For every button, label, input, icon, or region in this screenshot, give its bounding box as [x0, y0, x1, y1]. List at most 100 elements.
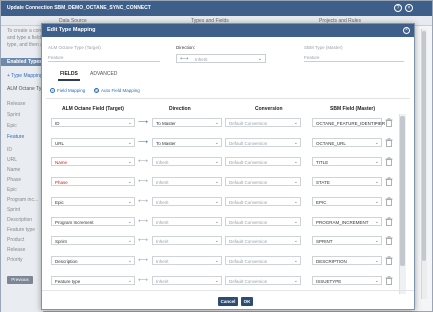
- sbm-field-select[interactable]: SPRINT ⌄: [312, 236, 382, 246]
- chevron-down-icon: ⌄: [127, 257, 132, 264]
- left-field-item: Phase: [7, 177, 22, 183]
- delete-icon[interactable]: [385, 256, 393, 265]
- chevron-down-icon: ⌄: [293, 159, 298, 166]
- left-field-item: URL: [7, 157, 18, 163]
- chevron-down-icon: ⌄: [293, 218, 298, 225]
- delete-icon[interactable]: [385, 177, 393, 186]
- chevron-down-icon: ⌄: [214, 179, 219, 186]
- sbm-field-select[interactable]: OCTANE_FEATURE_IDENTIFIER ⌄: [312, 118, 385, 127]
- chevron-down-icon: ⌄: [374, 179, 379, 186]
- conversion-select[interactable]: Default Conversion ⌄: [225, 118, 301, 127]
- chevron-down-icon: ⌄: [293, 238, 298, 245]
- dialog-close-icon[interactable]: ×: [403, 27, 410, 34]
- type-mapping-link[interactable]: + Type Mapping: [7, 73, 43, 79]
- octane-type-field: Feature: [48, 54, 160, 62]
- sbm-field-select-value: EPIC: [316, 199, 327, 205]
- add-icon: +: [50, 88, 55, 94]
- left-type-item[interactable]: Release: [7, 101, 25, 107]
- delete-icon[interactable]: [385, 275, 393, 285]
- direction-select-value: Inherit: [156, 180, 169, 186]
- delete-icon[interactable]: [385, 157, 393, 167]
- octane-field-select[interactable]: Program Increment ⌄: [51, 216, 135, 226]
- direction-select[interactable]: To Master ⌄: [152, 137, 222, 147]
- inherit-arrow-icon: ⟷: [138, 256, 149, 264]
- delete-icon[interactable]: [385, 118, 393, 127]
- sbm-field-select[interactable]: DESCRIPTION ⌄: [312, 255, 382, 265]
- inherit-arrow-icon: ⟷: [138, 217, 149, 225]
- direction-select[interactable]: To Master ⌄: [152, 118, 222, 127]
- sbm-field-select-value: DESCRIPTION: [316, 258, 347, 264]
- direction-select[interactable]: Inherit ⌄: [152, 216, 222, 226]
- left-type-item[interactable]: Sprint: [7, 112, 20, 118]
- octane-field-select[interactable]: Description ⌄: [51, 255, 135, 265]
- direction-select-value: Inherit: [156, 219, 169, 225]
- cancel-button[interactable]: Cancel: [218, 297, 238, 306]
- sbm-type-label: SBM Type (Master): [304, 45, 343, 50]
- octane-field-select[interactable]: Phase ⌄: [51, 177, 135, 187]
- help-icon[interactable]: ?: [394, 4, 402, 12]
- direction-label: Direction:: [176, 45, 196, 50]
- direction-select[interactable]: Inherit ⌄: [152, 236, 222, 246]
- sbm-field-select[interactable]: TITLE ⌄: [312, 157, 382, 167]
- octane-field-select[interactable]: Sprint ⌄: [51, 236, 135, 246]
- background-scrollbar-thumb[interactable]: [422, 31, 426, 261]
- tab-advanced[interactable]: ADVANCED: [90, 71, 117, 77]
- direction-select[interactable]: Inherit ⌄: [152, 196, 222, 206]
- conversion-select-value: Default Conversion: [229, 199, 268, 205]
- conversion-select[interactable]: Default Conversion ⌄: [225, 196, 301, 206]
- delete-icon[interactable]: [385, 137, 393, 147]
- sbm-field-select[interactable]: STATE ⌄: [312, 177, 382, 187]
- delete-icon[interactable]: [385, 197, 393, 206]
- direction-select[interactable]: ⟷ Inherit ⌄: [176, 54, 266, 63]
- delete-icon[interactable]: [385, 236, 393, 246]
- delete-icon[interactable]: [385, 216, 393, 226]
- conversion-select-value: Default Conversion: [229, 121, 268, 126]
- conversion-select[interactable]: Default Conversion ⌄: [225, 177, 301, 187]
- inherit-arrow-icon: ⟷: [138, 197, 149, 205]
- direction-select[interactable]: Inherit ⌄: [152, 177, 222, 187]
- chevron-down-icon: ⌄: [374, 277, 379, 284]
- direction-select-value: Inherit: [156, 239, 169, 245]
- direction-select-value: Inherit: [156, 258, 169, 264]
- ok-button[interactable]: OK: [241, 297, 253, 306]
- octane-field-select[interactable]: Name ⌄: [51, 157, 135, 167]
- inherit-arrow-icon: ⟷: [180, 56, 189, 62]
- inherit-arrow-icon: ⟷: [138, 237, 149, 245]
- column-header-octane: ALM Octane Field (Target): [62, 106, 124, 112]
- conversion-select[interactable]: Default Conversion ⌄: [225, 275, 301, 285]
- conversion-select[interactable]: Default Conversion ⌄: [225, 157, 301, 167]
- sbm-field-select[interactable]: OCTANE_URL ⌄: [312, 137, 382, 147]
- direction-select[interactable]: Inherit ⌄: [152, 255, 222, 265]
- direction-select[interactable]: Inherit ⌄: [152, 157, 222, 167]
- auto-field-mapping-button[interactable]: ↻ Auto Field Mapping: [94, 88, 140, 94]
- left-type-item[interactable]: Epic: [7, 123, 17, 129]
- field-mapping-label: Field Mapping: [57, 88, 86, 93]
- dialog-titlebar: Edit Type Mapping ×: [42, 24, 414, 37]
- conversion-select[interactable]: Default Conversion ⌄: [225, 255, 301, 265]
- chevron-down-icon: ⌄: [127, 120, 132, 126]
- field-mapping-button[interactable]: + Field Mapping: [50, 88, 86, 94]
- chevron-down-icon: ⌄: [214, 238, 219, 245]
- direction-select-value: Inherit: [156, 278, 169, 284]
- table-scrollbar-thumb[interactable]: [400, 116, 405, 266]
- sbm-field-select[interactable]: PROGRAM_INCREMENT ⌄: [312, 216, 382, 226]
- octane-field-select[interactable]: ID ⌄: [51, 118, 135, 127]
- chevron-down-icon: ⌄: [374, 159, 379, 166]
- tab-fields[interactable]: FIELDS: [60, 71, 78, 77]
- left-type-item[interactable]: Feature: [7, 134, 24, 140]
- direction-select[interactable]: Inherit ⌄: [152, 275, 222, 285]
- conversion-select[interactable]: Default Conversion ⌄: [225, 216, 301, 226]
- octane-field-select[interactable]: Feature type ⌄: [51, 275, 135, 285]
- conversion-select[interactable]: Default Conversion ⌄: [225, 137, 301, 147]
- conversion-select[interactable]: Default Conversion ⌄: [225, 236, 301, 246]
- octane-field-select[interactable]: Epic ⌄: [51, 196, 135, 206]
- conversion-select-value: Default Conversion: [229, 180, 268, 186]
- sbm-field-select[interactable]: EPIC ⌄: [312, 196, 382, 206]
- close-icon[interactable]: ×: [405, 4, 413, 12]
- table-row: Phase ⌄ ⟷ Inherit ⌄ Default Conversion ⌄ STATE ⌄: [42, 174, 397, 192]
- sbm-field-select[interactable]: ISSUETYPE ⌄: [312, 275, 382, 285]
- octane-field-select[interactable]: URL ⌄: [51, 137, 135, 147]
- previous-button[interactable]: Previous: [7, 276, 33, 284]
- table-row: ID ⌄ ⟶ To Master ⌄ Default Conversion ⌄ OCTANE_…: [42, 115, 397, 133]
- octane-field-select-value: Name: [55, 160, 68, 166]
